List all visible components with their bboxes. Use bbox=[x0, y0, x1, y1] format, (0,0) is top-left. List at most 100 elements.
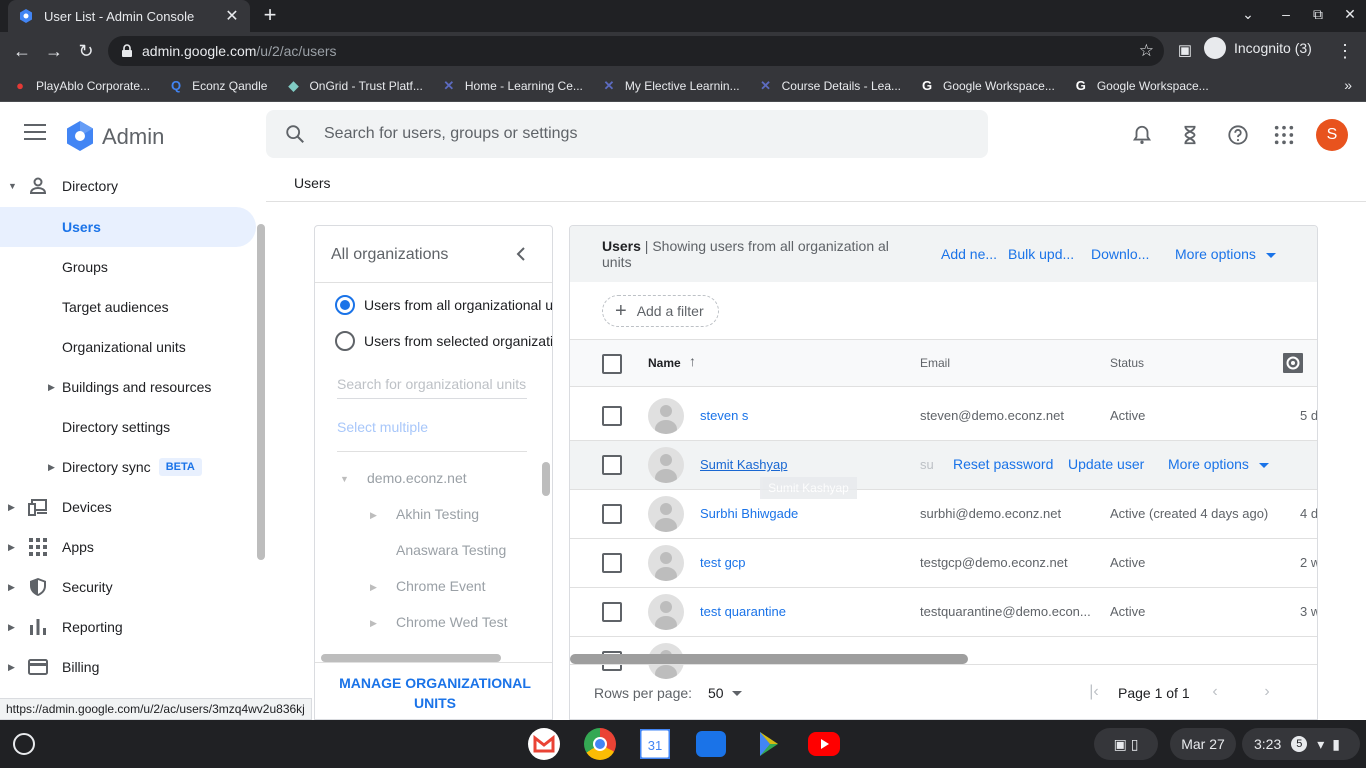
incognito-indicator[interactable]: Incognito (3) bbox=[1204, 37, 1312, 59]
add-new-user-button[interactable]: Add ne... bbox=[941, 246, 997, 262]
radio-all-org-units[interactable]: Users from all organizational units bbox=[335, 295, 552, 315]
column-name[interactable]: Name bbox=[648, 356, 681, 370]
add-filter-button[interactable]: + Add a filter bbox=[602, 295, 719, 327]
bookmark-item[interactable]: Q Econz Qandle bbox=[168, 78, 267, 94]
global-search[interactable] bbox=[266, 110, 988, 158]
row-checkbox[interactable] bbox=[602, 553, 622, 573]
org-unit-item[interactable]: Anaswara Testing bbox=[396, 542, 506, 558]
sidebar-item-directory[interactable]: ▼ Directory bbox=[0, 166, 256, 206]
date-tray[interactable]: Mar 27 bbox=[1170, 728, 1236, 760]
column-email[interactable]: Email bbox=[920, 356, 950, 370]
chrome-menu-icon[interactable]: ⋮ bbox=[1334, 40, 1356, 62]
sidebar-item-buildings[interactable]: ▶ Buildings and resources bbox=[0, 367, 256, 407]
next-page-icon[interactable]: › bbox=[1257, 683, 1277, 701]
side-panel-icon[interactable]: ▣ bbox=[1174, 40, 1196, 62]
reload-icon[interactable]: ↻ bbox=[75, 40, 97, 62]
table-row[interactable]: steven s steven@demo.econz.net Active 5 … bbox=[570, 392, 1317, 441]
sort-ascending-icon[interactable]: ↑ bbox=[689, 353, 696, 369]
table-row[interactable]: test quarantine testquarantine@demo.econ… bbox=[570, 588, 1317, 637]
collapsed-arrow-icon[interactable]: ▶ bbox=[370, 582, 377, 593]
bookmark-item[interactable]: G Google Workspace... bbox=[919, 78, 1055, 94]
sidebar-item-reporting[interactable]: ▶ Reporting bbox=[0, 607, 256, 647]
bookmark-item[interactable]: ◆ OnGrid - Trust Platf... bbox=[285, 78, 422, 94]
org-horizontal-scrollbar[interactable] bbox=[321, 654, 501, 662]
forward-icon[interactable]: → bbox=[43, 40, 65, 62]
sidebar-item-directory-sync[interactable]: ▶ Directory sync BETA bbox=[0, 447, 256, 487]
org-unit-item[interactable]: Chrome Wed Test bbox=[396, 614, 508, 630]
users-horizontal-scrollbar[interactable] bbox=[570, 654, 968, 664]
radio-selected-org-units[interactable]: Users from selected organizational units bbox=[335, 331, 552, 351]
table-row[interactable]: test gcp testgcp@demo.econz.net Active 2… bbox=[570, 539, 1317, 588]
sidebar-item-billing[interactable]: ▶ Billing bbox=[0, 647, 256, 687]
new-tab-button[interactable]: + bbox=[258, 4, 282, 28]
org-unit-item[interactable]: Akhin Testing bbox=[396, 506, 479, 522]
sidebar-scrollbar[interactable] bbox=[257, 224, 265, 560]
chrome-icon[interactable] bbox=[584, 728, 616, 760]
sidebar-item-directory-settings[interactable]: Directory settings bbox=[0, 407, 256, 447]
dropdown-caret-icon[interactable] bbox=[732, 691, 742, 696]
sidebar-item-org-units[interactable]: Organizational units bbox=[0, 327, 256, 367]
apps-grid-icon[interactable] bbox=[1273, 124, 1295, 146]
column-status[interactable]: Status bbox=[1110, 356, 1144, 370]
reset-password-button[interactable]: Reset password bbox=[953, 456, 1053, 472]
select-multiple-link[interactable]: Select multiple bbox=[337, 419, 428, 435]
youtube-icon[interactable] bbox=[808, 732, 840, 756]
row-more-options-button[interactable]: More options bbox=[1168, 456, 1269, 472]
bookmark-item[interactable]: ✕ Course Details - Lea... bbox=[758, 78, 901, 94]
download-users-button[interactable]: Downlo... bbox=[1091, 246, 1149, 262]
files-icon[interactable] bbox=[696, 731, 726, 757]
update-user-button[interactable]: Update user bbox=[1068, 456, 1144, 472]
close-tab-icon[interactable]: ✕ bbox=[224, 6, 240, 26]
search-input[interactable] bbox=[324, 125, 924, 143]
admin-logo-icon[interactable] bbox=[64, 120, 96, 152]
row-checkbox[interactable] bbox=[602, 406, 622, 426]
sidebar-item-devices[interactable]: ▶ Devices bbox=[0, 487, 256, 527]
tab-search-chevron-icon[interactable]: ⌄ bbox=[1238, 6, 1258, 23]
sidebar-item-users[interactable]: Users bbox=[0, 207, 256, 247]
org-vertical-scrollbar[interactable] bbox=[542, 462, 550, 496]
collapsed-arrow-icon[interactable]: ▶ bbox=[370, 618, 377, 629]
sidebar-item-apps[interactable]: ▶ Apps bbox=[0, 527, 256, 567]
org-unit-item[interactable]: Chrome Event bbox=[396, 578, 485, 594]
bookmark-item[interactable]: ● PlayAblo Corporate... bbox=[12, 78, 150, 94]
manage-org-units-button[interactable]: MANAGE ORGANIZATIONAL UNITS bbox=[335, 673, 535, 713]
help-icon[interactable] bbox=[1227, 124, 1249, 146]
org-unit-root[interactable]: demo.econz.net bbox=[367, 470, 467, 486]
org-search-input[interactable]: Search for organizational units bbox=[337, 376, 527, 399]
tasks-hourglass-icon[interactable] bbox=[1179, 124, 1201, 146]
account-avatar[interactable]: S bbox=[1316, 119, 1348, 151]
more-options-button[interactable]: More options bbox=[1175, 246, 1276, 262]
gear-icon[interactable] bbox=[1283, 353, 1303, 373]
row-checkbox[interactable] bbox=[602, 504, 622, 524]
collapse-panel-icon[interactable] bbox=[513, 244, 529, 264]
user-name-link[interactable]: test quarantine bbox=[700, 604, 786, 619]
user-name-link[interactable]: Sumit Kashyap bbox=[700, 457, 787, 472]
main-menu-icon[interactable] bbox=[24, 124, 46, 144]
bookmark-star-icon[interactable]: ☆ bbox=[1139, 41, 1154, 61]
row-checkbox[interactable] bbox=[602, 602, 622, 622]
status-tray[interactable]: 3:23 5 ▾ ▮ bbox=[1242, 728, 1360, 760]
sidebar-item-target-audiences[interactable]: Target audiences bbox=[0, 287, 256, 327]
notifications-icon[interactable] bbox=[1131, 124, 1153, 146]
sidebar-item-security[interactable]: ▶ Security bbox=[0, 567, 256, 607]
user-name-link[interactable]: steven s bbox=[700, 408, 748, 423]
more-bookmarks-icon[interactable]: » bbox=[1344, 77, 1352, 93]
collapsed-arrow-icon[interactable]: ▶ bbox=[370, 510, 377, 521]
bookmark-item[interactable]: G Google Workspace... bbox=[1073, 78, 1209, 94]
table-row-hovered[interactable]: Sumit Kashyap su Reset password Update u… bbox=[570, 441, 1317, 490]
address-bar[interactable]: admin.google.com/u/2/ac/users ☆ bbox=[108, 36, 1164, 66]
launcher-icon[interactable] bbox=[13, 733, 35, 755]
close-window-icon[interactable]: ✕ bbox=[1340, 6, 1360, 23]
expanded-arrow-icon[interactable]: ▼ bbox=[340, 474, 349, 484]
phone-hub-tray[interactable]: ▣ ▯ bbox=[1094, 728, 1158, 760]
select-all-checkbox[interactable] bbox=[602, 354, 622, 374]
user-name-link[interactable]: Surbhi Bhiwgade bbox=[700, 506, 798, 521]
minimize-icon[interactable]: – bbox=[1276, 6, 1296, 22]
bookmark-item[interactable]: ✕ My Elective Learnin... bbox=[601, 78, 739, 94]
table-row[interactable]: Surbhi Bhiwgade surbhi@demo.econz.net Ac… bbox=[570, 490, 1317, 539]
row-checkbox[interactable] bbox=[602, 455, 622, 475]
back-icon[interactable]: ← bbox=[11, 40, 33, 62]
first-page-icon[interactable]: |‹ bbox=[1084, 683, 1104, 701]
bulk-update-button[interactable]: Bulk upd... bbox=[1008, 246, 1074, 262]
rows-per-page-select[interactable]: 50 bbox=[708, 685, 724, 701]
